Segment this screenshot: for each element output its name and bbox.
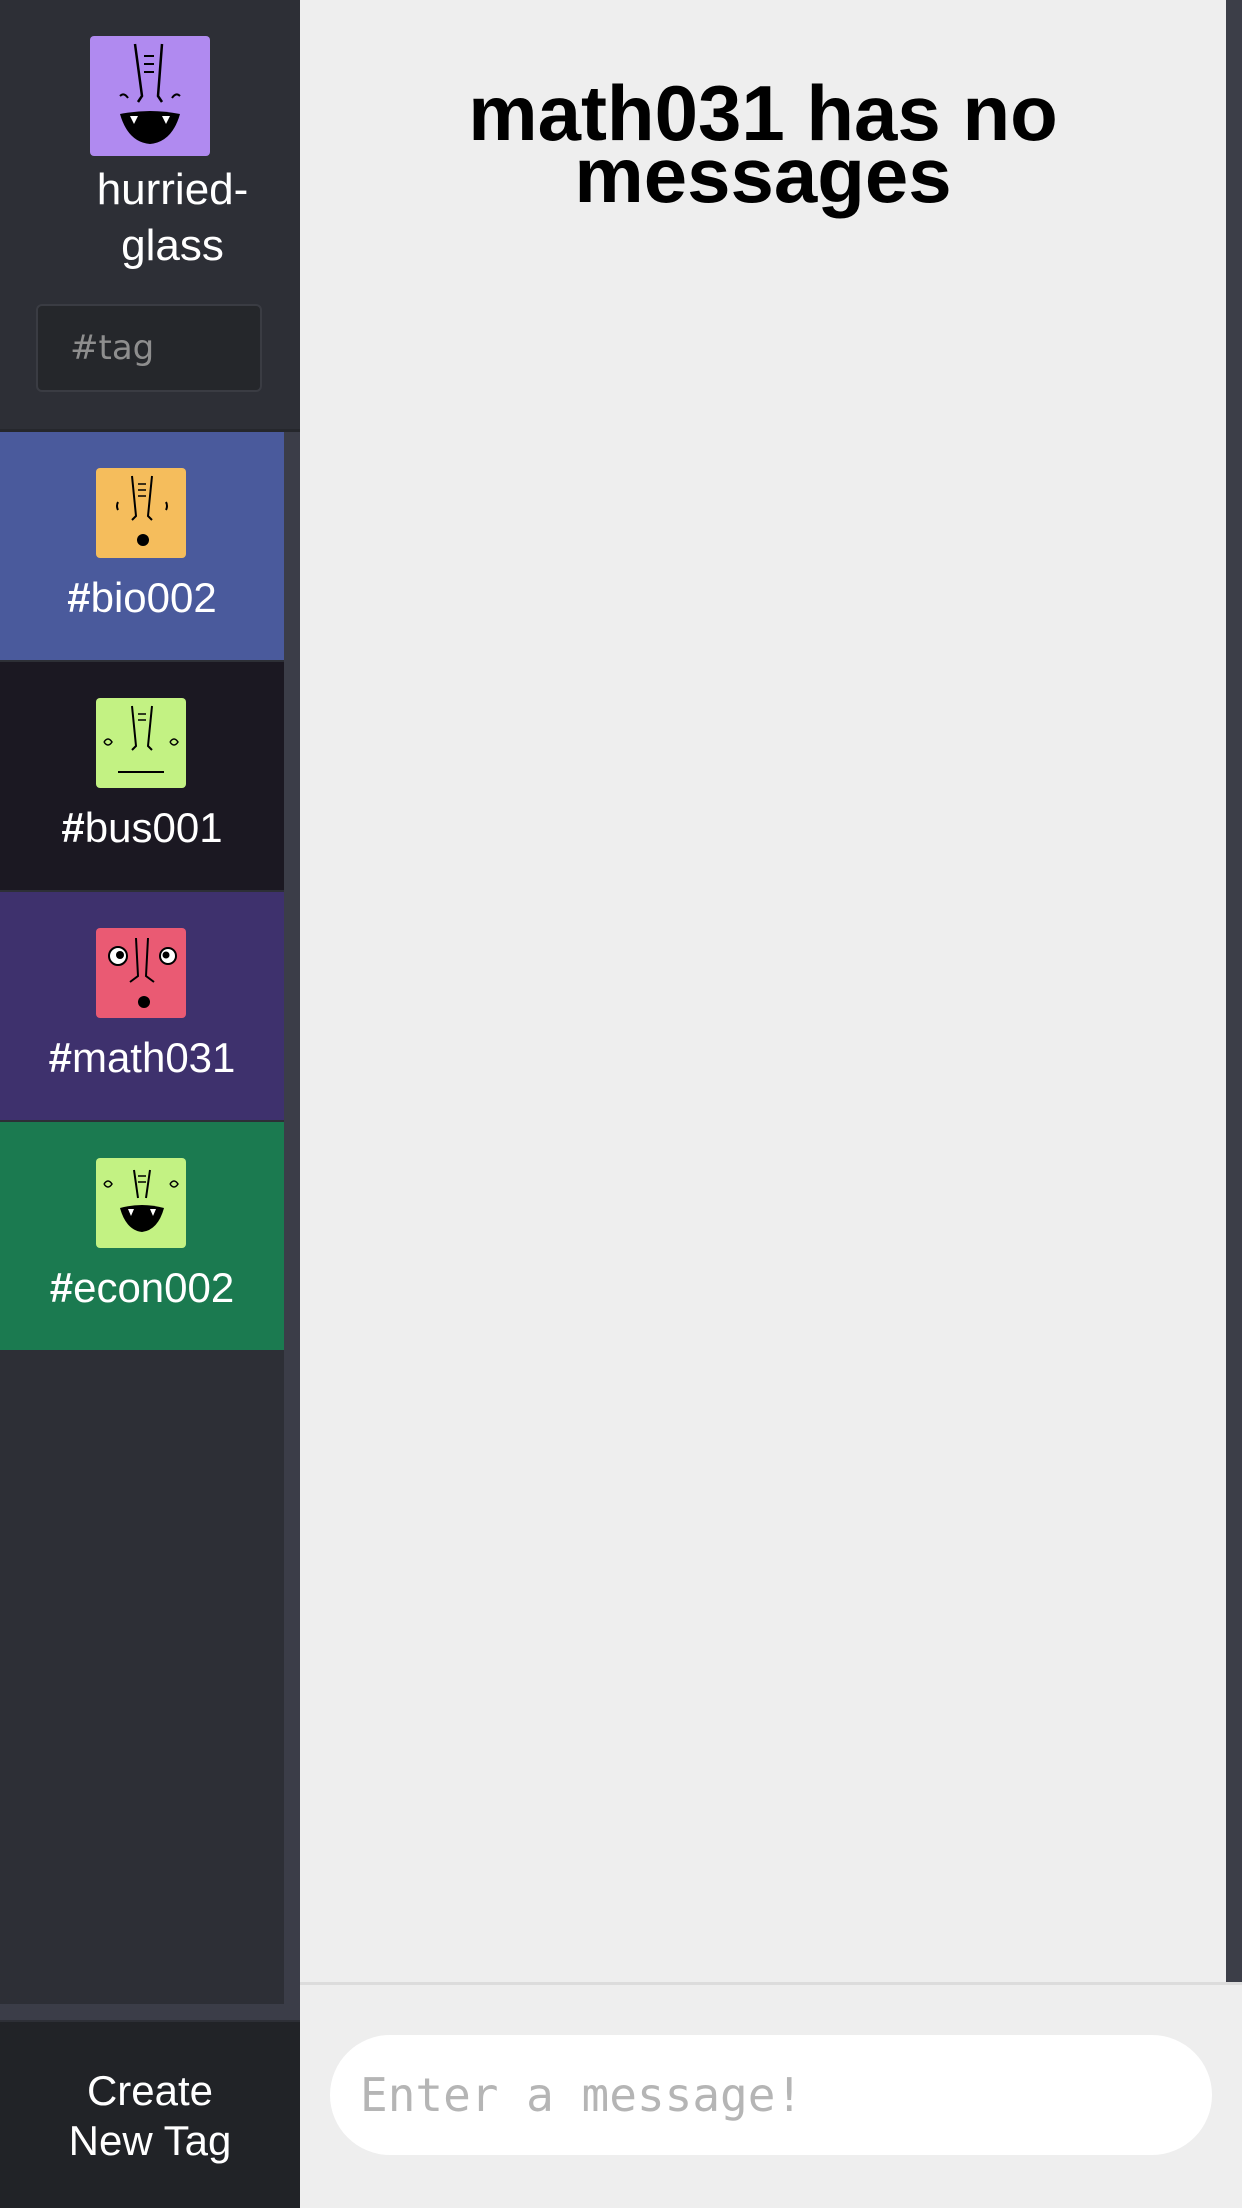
message-composer — [300, 1982, 1242, 2208]
create-tag-label-line1: Create — [86, 2067, 214, 2114]
monster-face-icon — [96, 928, 186, 1018]
monster-face-icon — [96, 698, 186, 788]
tag-avatar — [96, 928, 186, 1018]
create-tag-label-line2: New Tag — [68, 2117, 232, 2164]
tag-item-econ002[interactable]: #econ002 — [0, 1122, 284, 1352]
message-area: math031 has no messages — [300, 0, 1226, 1982]
user-avatar — [90, 36, 210, 156]
user-profile: hurried-glass — [0, 0, 300, 432]
tag-list: #bio002 #bus001 #math031 #econ002 — [0, 432, 284, 1352]
create-new-tag-button[interactable]: Create New Tag — [0, 2022, 300, 2208]
tag-label: #bus001 — [61, 804, 223, 851]
sidebar: hurried-glass #bio002 — [0, 0, 300, 2208]
tag-avatar — [96, 468, 186, 558]
title-line-2: messages — [574, 131, 952, 219]
monster-face-icon — [90, 36, 210, 156]
tag-avatar — [96, 1158, 186, 1248]
sidebar-horizontal-scrollbar[interactable] — [0, 2004, 300, 2020]
tag-item-bus001[interactable]: #bus001 — [0, 662, 284, 892]
sidebar-scrollbar[interactable] — [284, 432, 300, 2004]
tag-item-bio002[interactable]: #bio002 — [0, 432, 284, 662]
page-title: math031 has no messages — [300, 74, 1226, 219]
tag-search-input[interactable] — [36, 304, 262, 392]
tag-label: #bio002 — [67, 574, 217, 621]
monster-face-icon — [96, 1158, 186, 1248]
tag-avatar — [96, 698, 186, 788]
tag-item-math031[interactable]: #math031 — [0, 892, 284, 1122]
tag-label: #math031 — [48, 1034, 236, 1081]
message-scrollbar[interactable] — [1226, 0, 1242, 1982]
message-input[interactable] — [330, 2035, 1212, 2155]
monster-face-icon — [96, 468, 186, 558]
tag-label: #econ002 — [49, 1264, 235, 1311]
user-name: hurried-glass — [96, 165, 249, 270]
